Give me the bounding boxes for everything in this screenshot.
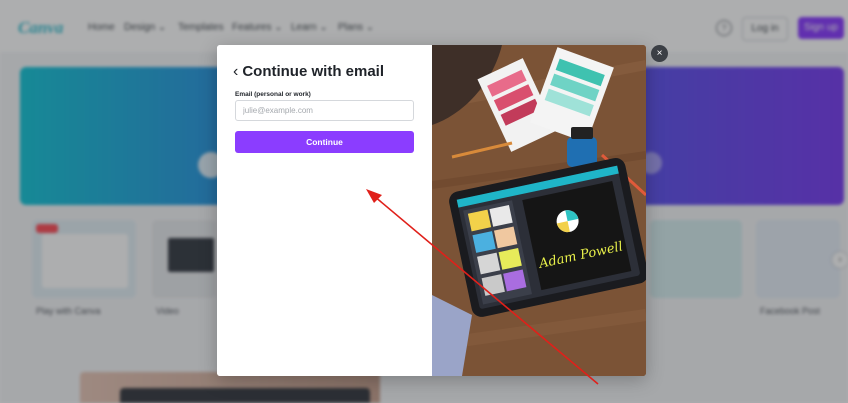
promo-illustration: Adam Powell bbox=[432, 45, 646, 376]
email-field-label: Email (personal or work) bbox=[235, 91, 311, 98]
modal-title: Continue with email bbox=[242, 63, 385, 80]
modal-form-panel: ‹ Continue with email Email (personal or… bbox=[217, 45, 432, 376]
modal-promo-image: Adam Powell bbox=[432, 45, 646, 376]
ink-bottle bbox=[567, 137, 597, 167]
email-input[interactable] bbox=[235, 100, 414, 121]
chevron-left-icon: ‹ bbox=[233, 63, 239, 80]
continue-button[interactable]: Continue bbox=[235, 131, 414, 153]
email-signin-modal: ‹ Continue with email Email (personal or… bbox=[217, 45, 646, 376]
close-icon[interactable]: × bbox=[651, 45, 668, 62]
back-button[interactable]: ‹ Continue with email bbox=[233, 63, 384, 81]
